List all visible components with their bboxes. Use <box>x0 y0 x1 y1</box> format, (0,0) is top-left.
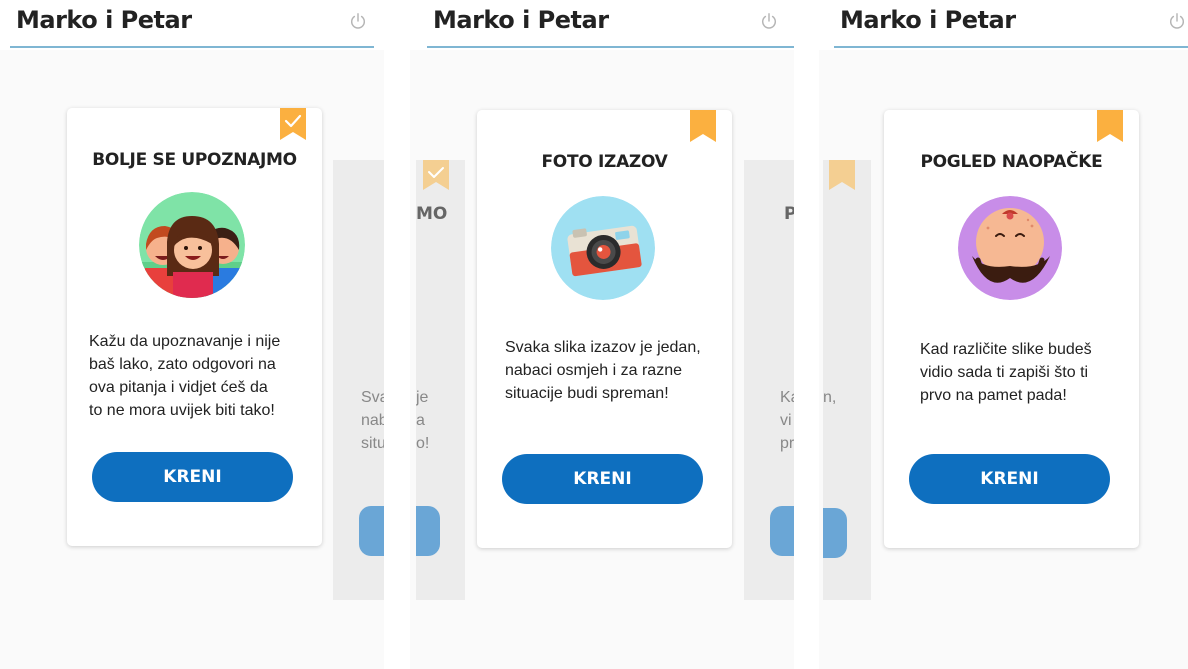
description-line: Kažu da upoznavanje i nije <box>89 333 281 350</box>
description-line: prvo na pamet pada! <box>920 387 1067 404</box>
peek-text-line: Sva <box>361 389 384 406</box>
peek-text-line: situ <box>361 435 384 452</box>
peek-button[interactable] <box>359 506 384 556</box>
header-divider <box>834 46 1188 48</box>
peek-text-line: a <box>416 412 425 429</box>
bookmark-icon[interactable] <box>1097 110 1123 142</box>
bookmark-icon[interactable] <box>690 110 716 142</box>
app-header: Marko i Petar <box>410 0 794 50</box>
upside-down-face-illustration <box>958 196 1062 300</box>
peek-button[interactable] <box>823 508 847 558</box>
card-title: FOTO IZAZOV <box>541 152 668 172</box>
bookmark-icon <box>829 160 855 190</box>
screen-1: Marko i Petar Sva nab situ BOLJE SE UPOZ… <box>0 0 384 669</box>
peek-text-line: je <box>416 389 429 406</box>
app-header: Marko i Petar <box>819 0 1188 50</box>
previous-card-peek[interactable]: MO je a o! <box>416 160 465 600</box>
description-line: situacije budi spreman! <box>505 385 669 402</box>
activity-card: FOTO IZAZOV Svaka slika izazov je jedan,… <box>477 110 732 548</box>
card-description: Kad različite slike budeš vidio sada ti … <box>920 338 1123 407</box>
screen-3: Marko i Petar n, POGLED NAOPAČKE Kad raz… <box>819 0 1188 669</box>
peek-text-line: n, <box>823 389 837 406</box>
description-line: vidio sada ti zapiši što ti <box>920 364 1089 381</box>
power-icon[interactable] <box>1168 12 1186 30</box>
bookmark-icon[interactable] <box>280 108 306 140</box>
activity-card: POGLED NAOPAČKE Kad različite slike bude… <box>884 110 1139 548</box>
header-divider <box>10 46 374 48</box>
app-header: Marko i Petar <box>0 0 384 50</box>
description-line: Kad različite slike budeš <box>920 341 1092 358</box>
camera-illustration <box>551 196 655 300</box>
peek-text-line: vi <box>780 412 792 429</box>
app-title: Marko i Petar <box>433 6 609 34</box>
peek-button[interactable] <box>416 506 440 556</box>
header-divider <box>427 46 794 48</box>
previous-card-peek[interactable]: n, <box>823 160 871 600</box>
next-card-peek[interactable]: P Ka vi pr <box>744 160 794 600</box>
card-title: POGLED NAOPAČKE <box>920 152 1103 172</box>
description-line: Svaka slika izazov je jedan, <box>505 339 701 356</box>
screen-2: Marko i Petar MO je a o! P Ka vi pr <box>410 0 794 669</box>
card-description: Svaka slika izazov je jedan, nabaci osmj… <box>505 336 716 405</box>
activity-card: BOLJE SE UPOZNAJMO Kažu da upoznavanje i… <box>67 108 322 546</box>
peek-heading: P <box>784 204 794 224</box>
peek-text-line: Ka <box>780 389 794 406</box>
description-line: ova pitanja i vidjet ćeš da <box>89 379 268 396</box>
description-line: to ne mora uvijek biti tako! <box>89 402 275 419</box>
start-button[interactable]: KRENI <box>92 452 293 502</box>
peek-heading: MO <box>416 204 448 224</box>
bookmark-icon <box>423 160 449 190</box>
app-title: Marko i Petar <box>840 6 1016 34</box>
start-button[interactable]: KRENI <box>502 454 703 504</box>
card-title: BOLJE SE UPOZNAJMO <box>92 150 297 170</box>
start-button[interactable]: KRENI <box>909 454 1110 504</box>
app-title: Marko i Petar <box>16 6 192 34</box>
description-line: nabaci osmjeh i za razne <box>505 362 682 379</box>
peek-button[interactable] <box>770 506 794 556</box>
peek-text-line: o! <box>416 435 430 452</box>
description-line: baš lako, zato odgovori na <box>89 356 276 373</box>
friends-illustration <box>139 192 245 298</box>
next-card-peek[interactable]: Sva nab situ <box>333 160 384 600</box>
peek-text-line: pr <box>780 435 794 452</box>
peek-text-line: nab <box>361 412 384 429</box>
card-description: Kažu da upoznavanje i nije baš lako, zat… <box>89 330 306 422</box>
power-icon[interactable] <box>760 12 778 30</box>
power-icon[interactable] <box>349 12 367 30</box>
